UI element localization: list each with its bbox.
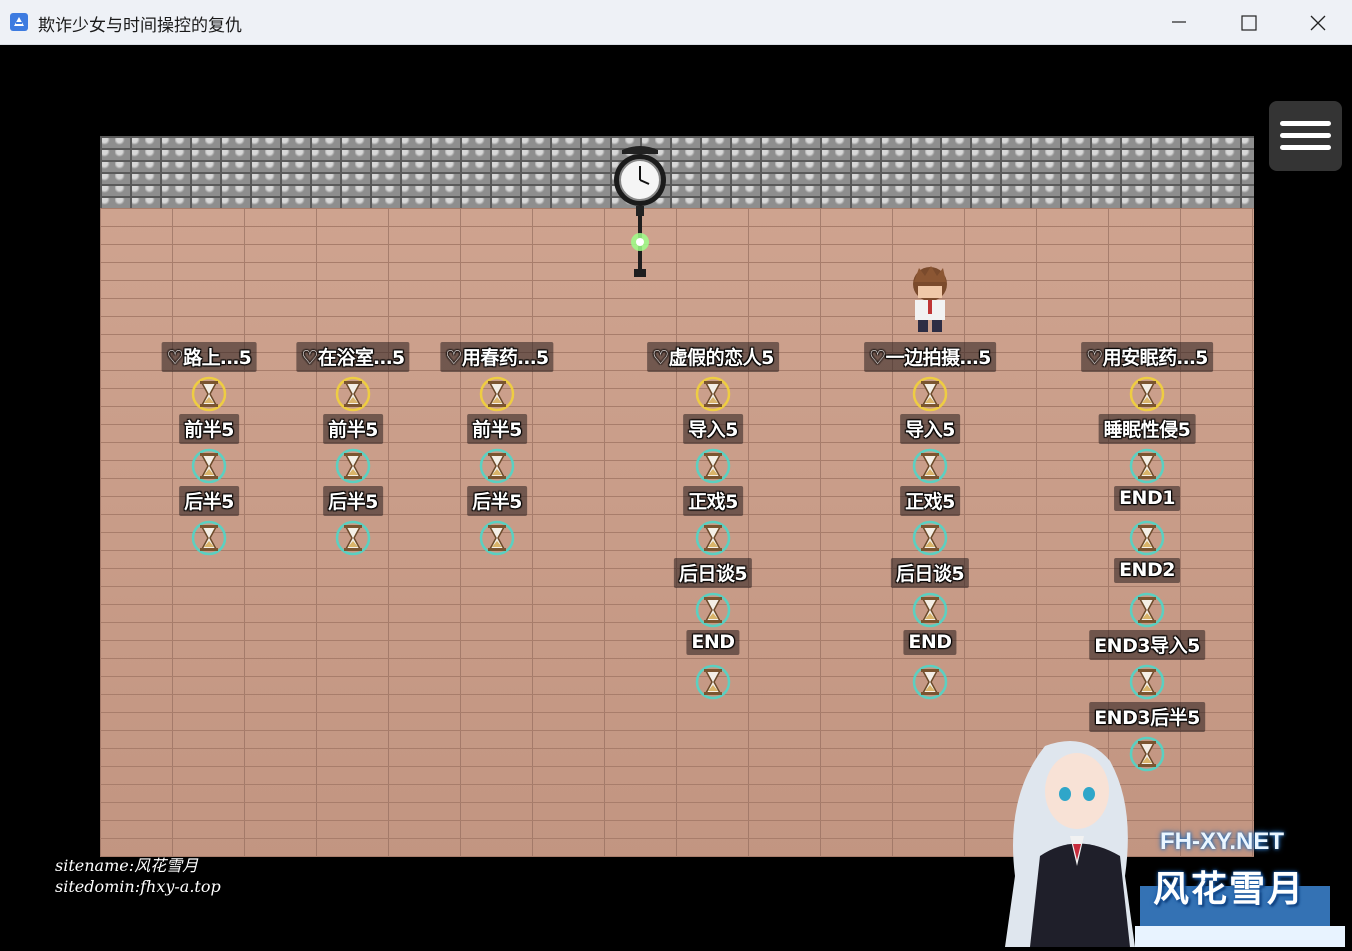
event-scene-label: END <box>686 630 740 655</box>
hourglass-event-icon[interactable] <box>911 447 949 485</box>
hourglass-event-icon[interactable] <box>694 519 732 557</box>
event-scene-label: 前半5 <box>179 414 239 444</box>
event-scene-label: 导入5 <box>900 414 960 444</box>
event-title-label: ♡在浴室…5 <box>296 342 410 372</box>
hourglass-event-icon[interactable] <box>334 519 372 557</box>
watermark-sitedomain: sitedomin:fhxy-a.top <box>55 877 221 896</box>
hourglass-event-icon[interactable] <box>1128 519 1166 557</box>
hamburger-icon-bar <box>1280 121 1331 126</box>
hamburger-icon-bar <box>1280 145 1331 150</box>
hourglass-event-icon[interactable] <box>190 519 228 557</box>
hourglass-event-icon[interactable] <box>478 519 516 557</box>
hourglass-event-icon[interactable] <box>334 375 372 413</box>
event-scene-label: END1 <box>1114 486 1180 511</box>
event-title-label: ♡用安眠药…5 <box>1081 342 1213 372</box>
event-scene-label: END3导入5 <box>1089 630 1205 660</box>
hourglass-event-icon[interactable] <box>911 591 949 629</box>
window-titlebar: 欺诈少女与时间操控的复仇 <box>0 0 1352 45</box>
event-scene-label: 后半5 <box>179 486 239 516</box>
event-scene-label: 导入5 <box>683 414 743 444</box>
player-character-icon[interactable] <box>905 264 955 334</box>
hourglass-event-icon[interactable] <box>334 447 372 485</box>
street-clock-icon[interactable] <box>612 144 668 279</box>
watermark-logo: FH-XY.NET 风花雪月 <box>985 736 1352 947</box>
minimize-button[interactable] <box>1146 0 1214 45</box>
event-scene-label: 前半5 <box>467 414 527 444</box>
event-title-label: ♡路上…5 <box>161 342 257 372</box>
hourglass-event-icon[interactable] <box>478 375 516 413</box>
hourglass-event-icon[interactable] <box>694 663 732 701</box>
event-title-label: ♡虚假的恋人5 <box>647 342 779 372</box>
hamburger-icon-bar <box>1280 133 1331 138</box>
menu-button[interactable] <box>1269 101 1342 171</box>
hourglass-event-icon[interactable] <box>1128 447 1166 485</box>
stone-wall <box>100 136 1254 208</box>
event-scene-label: 睡眠性侵5 <box>1098 414 1196 444</box>
event-title-label: ♡用春药…5 <box>440 342 554 372</box>
logo-name: 风花雪月 <box>1153 869 1306 910</box>
event-scene-label: END3后半5 <box>1089 702 1205 732</box>
event-scene-label: 后日谈5 <box>673 558 753 588</box>
hourglass-event-icon[interactable] <box>694 375 732 413</box>
hourglass-event-icon[interactable] <box>190 375 228 413</box>
hourglass-event-icon[interactable] <box>478 447 516 485</box>
event-scene-label: 正戏5 <box>683 486 743 516</box>
hourglass-event-icon[interactable] <box>694 447 732 485</box>
close-button[interactable] <box>1284 0 1352 45</box>
hourglass-event-icon[interactable] <box>1128 663 1166 701</box>
close-icon <box>1310 15 1326 31</box>
app-icon <box>10 13 28 31</box>
event-scene-label: 后日谈5 <box>890 558 970 588</box>
hourglass-event-icon[interactable] <box>911 663 949 701</box>
window-title: 欺诈少女与时间操控的复仇 <box>38 16 242 36</box>
maximize-button[interactable] <box>1215 0 1283 45</box>
event-scene-label: END2 <box>1114 558 1180 583</box>
event-scene-label: 前半5 <box>323 414 383 444</box>
hourglass-event-icon[interactable] <box>911 375 949 413</box>
hourglass-event-icon[interactable] <box>1128 375 1166 413</box>
hourglass-event-icon[interactable] <box>694 591 732 629</box>
event-scene-label: 正戏5 <box>900 486 960 516</box>
hourglass-event-icon[interactable] <box>190 447 228 485</box>
logo-domain: FH-XY.NET <box>1160 828 1285 855</box>
event-scene-label: END <box>903 630 957 655</box>
minimize-icon <box>1172 21 1186 23</box>
maximize-icon <box>1241 15 1257 31</box>
event-scene-label: 后半5 <box>467 486 527 516</box>
hourglass-event-icon[interactable] <box>911 519 949 557</box>
event-scene-label: 后半5 <box>323 486 383 516</box>
event-title-label: ♡一边拍摄…5 <box>864 342 996 372</box>
watermark-sitename: sitename:风花雪月 <box>55 856 199 875</box>
hourglass-event-icon[interactable] <box>1128 591 1166 629</box>
